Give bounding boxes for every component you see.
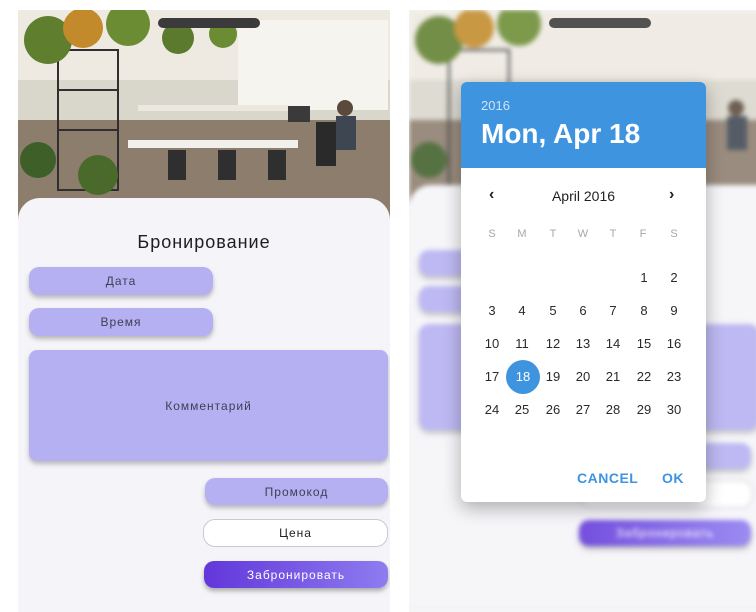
calendar-day[interactable]: 11 — [507, 333, 537, 355]
calendar-day[interactable]: 23 — [659, 366, 689, 388]
calendar-day[interactable]: 21 — [598, 366, 628, 388]
calendar-day[interactable]: 27 — [568, 399, 598, 421]
calendar-day[interactable]: 22 — [629, 366, 659, 388]
calendar-day[interactable]: 15 — [629, 333, 659, 355]
weekday-label: S — [488, 228, 496, 240]
date-button[interactable]: Дата — [29, 267, 213, 295]
date-picker-header: 2016 Mon, Apr 18 — [461, 82, 706, 168]
calendar-day[interactable]: 26 — [538, 399, 568, 421]
calendar-day[interactable]: 25 — [507, 399, 537, 421]
date-picker-screen: Забронировать 2016 Mon, Apr 18 ‹ April 2… — [409, 10, 756, 612]
office-photo — [18, 10, 390, 225]
calendar-day[interactable]: 4 — [507, 300, 537, 322]
page-title: Бронирование — [137, 232, 271, 252]
calendar-day[interactable]: 12 — [538, 333, 568, 355]
promo-button[interactable]: Промокод — [205, 478, 388, 505]
price-field[interactable]: Цена — [203, 519, 388, 547]
calendar-day[interactable]: 2 — [659, 267, 689, 289]
calendar-day[interactable]: 8 — [629, 300, 659, 322]
calendar-day[interactable]: 6 — [568, 300, 598, 322]
calendar-day[interactable]: 20 — [568, 366, 598, 388]
calendar-day[interactable]: 24 — [477, 399, 507, 421]
calendar-day[interactable]: 19 — [538, 366, 568, 388]
weekday-label: T — [609, 228, 617, 240]
calendar-day[interactable]: 9 — [659, 300, 689, 322]
calendar-day[interactable]: 28 — [598, 399, 628, 421]
next-month-icon[interactable]: › — [669, 186, 674, 204]
calendar-day[interactable]: 3 — [477, 300, 507, 322]
book-button[interactable]: Забронировать — [204, 561, 388, 588]
comment-field[interactable]: Комментарий — [29, 350, 388, 461]
weekday-label: M — [517, 228, 527, 240]
selected-year[interactable]: 2016 — [481, 98, 510, 113]
calendar-day[interactable]: 13 — [568, 333, 598, 355]
camera-notch — [158, 18, 260, 28]
weekday-label: F — [639, 228, 647, 240]
calendar-day[interactable]: 17 — [477, 366, 507, 388]
time-button[interactable]: Время — [29, 308, 213, 336]
weekday-label: T — [549, 228, 557, 240]
booking-screen: Бронирование Дата Время Комментарий Пром… — [18, 10, 390, 612]
weekday-label: W — [577, 228, 589, 240]
weekday-label: S — [670, 228, 678, 240]
calendar-day[interactable]: 7 — [598, 300, 628, 322]
calendar-day[interactable]: 29 — [629, 399, 659, 421]
calendar-day[interactable]: 5 — [538, 300, 568, 322]
calendar-day[interactable]: 1 — [629, 267, 659, 289]
calendar-day[interactable]: 14 — [598, 333, 628, 355]
calendar-day[interactable]: 10 — [477, 333, 507, 355]
calendar-day[interactable]: 16 — [659, 333, 689, 355]
selected-date: Mon, Apr 18 — [481, 118, 641, 149]
cancel-button[interactable]: CANCEL — [577, 470, 638, 486]
calendar-day-selected[interactable]: 18 — [508, 366, 538, 388]
ok-button[interactable]: OK — [662, 470, 684, 486]
calendar-day[interactable]: 30 — [659, 399, 689, 421]
date-picker-dialog: 2016 Mon, Apr 18 ‹ April 2016 › S M T W … — [461, 82, 706, 502]
